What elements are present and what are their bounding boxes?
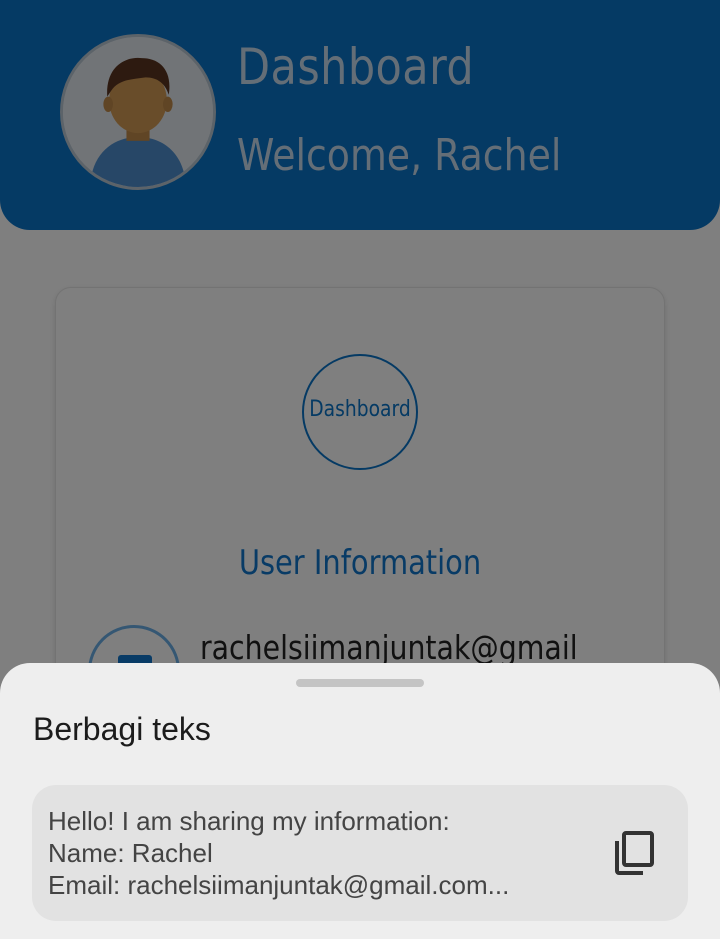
share-preview-line: Name: Rachel <box>48 838 213 868</box>
share-preview-line: Email: rachelsiimanjuntak@gmail.com... <box>48 870 510 900</box>
share-sheet: Berbagi teks Hello! I am sharing my info… <box>0 663 720 939</box>
share-text-preview: Hello! I am sharing my information: Name… <box>32 785 688 921</box>
share-preview-line: Hello! I am sharing my information: <box>48 806 450 836</box>
copy-button[interactable] <box>608 827 660 879</box>
sheet-drag-handle[interactable] <box>296 679 424 687</box>
share-sheet-title: Berbagi teks <box>33 711 211 747</box>
share-preview-text: Hello! I am sharing my information: Name… <box>48 805 568 901</box>
copy-icon <box>615 831 654 875</box>
